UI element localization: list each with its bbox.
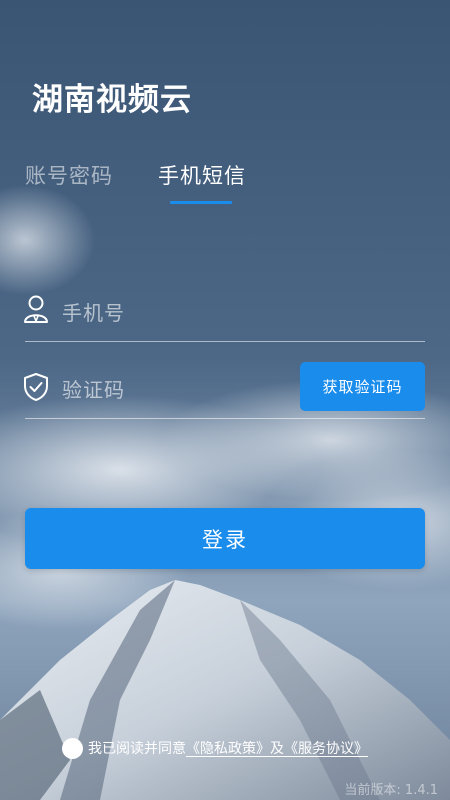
agreement-row: 我已阅读并同意 《隐私政策》 及 《服务协议》	[62, 736, 368, 760]
tab-sms[interactable]: 手机短信	[158, 160, 246, 190]
tab-account-password[interactable]: 账号密码	[25, 160, 113, 190]
user-icon	[24, 295, 48, 324]
phone-input-placeholder[interactable]: 手机号	[62, 297, 125, 326]
phone-underline	[25, 341, 425, 342]
code-input-placeholder[interactable]: 验证码	[62, 374, 125, 403]
shield-check-icon	[24, 373, 48, 401]
get-code-button[interactable]: 获取验证码	[300, 362, 425, 411]
agreement-prefix: 我已阅读并同意	[88, 741, 186, 757]
agree-radio-button[interactable]	[62, 737, 83, 759]
code-underline	[25, 418, 425, 419]
app-title: 湖南视频云	[32, 82, 192, 118]
login-button[interactable]: 登录	[25, 508, 425, 569]
privacy-policy-link[interactable]: 《隐私政策》	[186, 738, 270, 758]
version-label: 当前版本: 1.4.1	[344, 783, 438, 798]
active-tab-indicator	[170, 201, 232, 204]
agreement-conjunction: 及	[270, 741, 284, 757]
service-agreement-link[interactable]: 《服务协议》	[284, 738, 368, 758]
